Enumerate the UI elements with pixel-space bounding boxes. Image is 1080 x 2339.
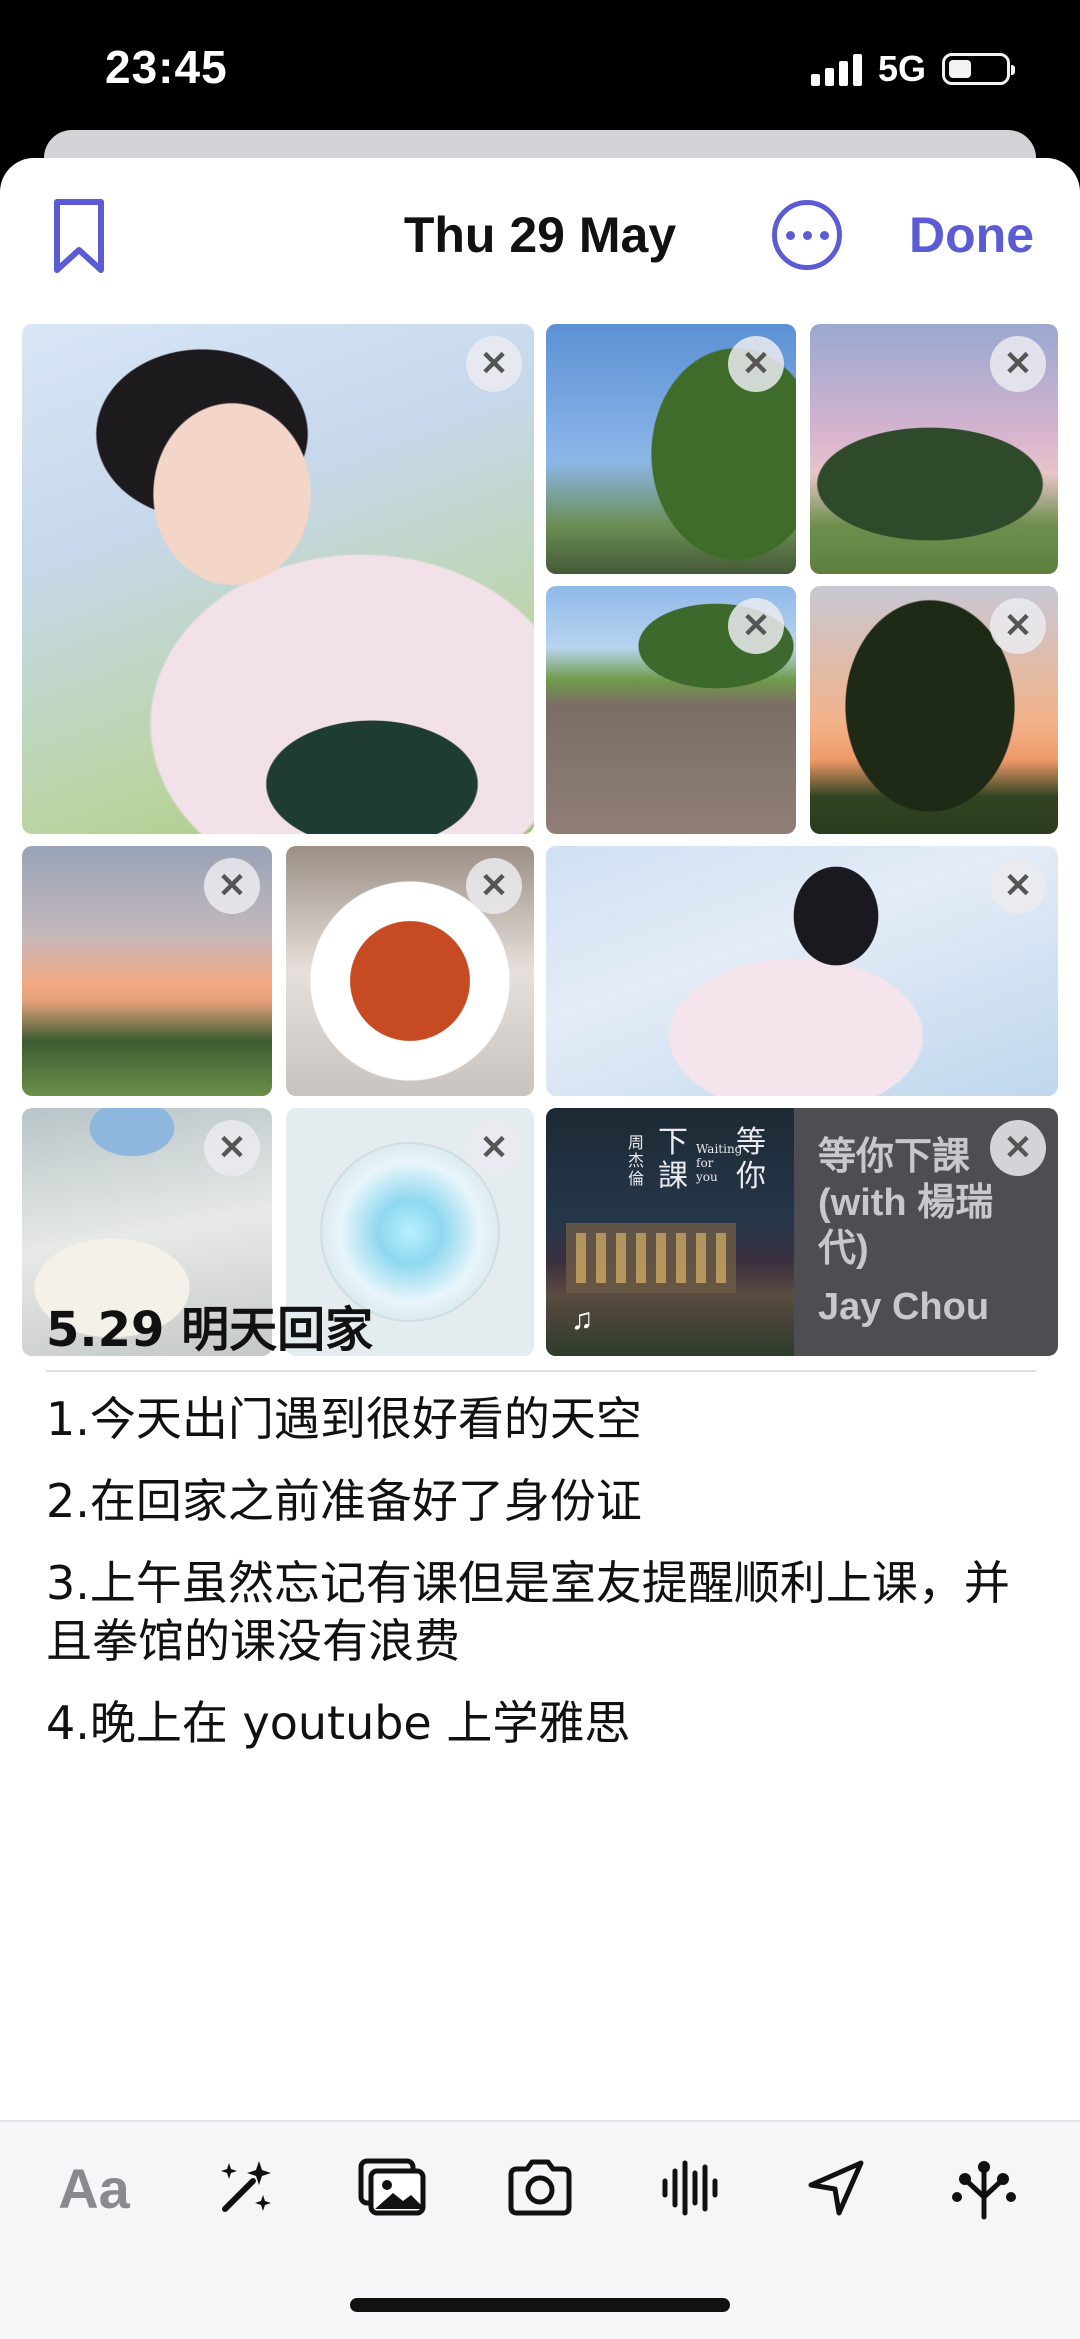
entry-body[interactable]: 1.今天出门遇到很好看的天空 2.在回家之前准备好了身份证 3.上午虽然忘记有课…: [46, 1390, 1036, 1776]
home-indicator[interactable]: [350, 2298, 730, 2312]
more-dot-icon: [785, 230, 795, 240]
sparkle-tree-icon: [952, 2161, 1016, 2220]
journal-entry-sheet: Thu 29 May Done ✕ ✕ ✕ ✕ ✕ ✕ ✕ ✕ ✕ ✕ 下課 等…: [0, 158, 1080, 2337]
status-indicators: 5G: [810, 48, 1015, 90]
remove-icon[interactable]: ✕: [466, 858, 522, 914]
song-artist: Jay Chou: [818, 1286, 990, 1328]
remove-icon[interactable]: ✕: [990, 336, 1046, 392]
music-attachment[interactable]: 下課 等你 周杰倫 Waiting for you ♫ 等你下課 (with 楊…: [546, 1108, 1058, 1356]
album-art: 下課 等你 周杰倫 Waiting for you ♫: [546, 1108, 794, 1356]
bottom-toolbar: Aa: [0, 2120, 1080, 2339]
magic-wand-icon: [221, 2161, 271, 2212]
location-button[interactable]: [796, 2148, 876, 2228]
photo-attachment[interactable]: ✕: [546, 586, 796, 834]
title-divider: [46, 1370, 1036, 1372]
network-type: 5G: [877, 48, 926, 89]
remove-icon[interactable]: ✕: [990, 858, 1046, 914]
music-note-icon: ♫: [570, 1303, 594, 1336]
album-artist: 周杰倫: [628, 1133, 645, 1188]
remove-icon[interactable]: ✕: [990, 1120, 1046, 1176]
location-arrow-icon: [808, 2160, 864, 2216]
album-title-part: 下課: [658, 1125, 688, 1194]
remove-icon[interactable]: ✕: [728, 598, 784, 654]
magic-wand-button[interactable]: [206, 2148, 286, 2228]
photo-attachment[interactable]: ✕: [810, 586, 1058, 834]
photo-attachment[interactable]: ✕: [286, 846, 534, 1096]
suggestions-button[interactable]: [944, 2148, 1024, 2228]
remove-icon[interactable]: ✕: [990, 598, 1046, 654]
text-style-icon: Aa: [58, 2156, 130, 2220]
voice-recording-button[interactable]: [648, 2148, 728, 2228]
camera-button[interactable]: [500, 2148, 580, 2228]
remove-icon[interactable]: ✕: [466, 336, 522, 392]
photo-attachment[interactable]: ✕: [546, 846, 1058, 1096]
entry-line: 1.今天出门遇到很好看的天空: [46, 1392, 642, 1446]
remove-icon[interactable]: ✕: [728, 336, 784, 392]
album-title-part: 等你: [736, 1125, 766, 1194]
done-button[interactable]: Done: [909, 206, 1034, 264]
signal-icon: [810, 52, 862, 86]
entry-title[interactable]: 5.29 明天回家: [46, 1290, 373, 1360]
status-time: 23:45: [105, 41, 228, 93]
remove-icon[interactable]: ✕: [204, 1120, 260, 1176]
entry-line: 2.在回家之前准备好了身份证: [46, 1474, 642, 1528]
camera-icon: [508, 2159, 572, 2216]
album-subtitle: Waiting for you: [696, 1142, 743, 1184]
photo-attachment[interactable]: ✕: [22, 846, 272, 1096]
photo-library-button[interactable]: [352, 2148, 432, 2228]
entry-line: 4.晚上在 youtube 上学雅思: [46, 1696, 631, 1750]
status-bar: 23:45 5G: [0, 0, 1080, 140]
remove-icon[interactable]: ✕: [204, 858, 260, 914]
photo-attachment[interactable]: ✕: [810, 324, 1058, 574]
waveform-icon: [662, 2160, 718, 2216]
battery-icon: [942, 53, 1015, 85]
photo-attachment[interactable]: ✕: [546, 324, 796, 574]
remove-icon[interactable]: ✕: [466, 1120, 522, 1176]
entry-line: 3.上午虽然忘记有课但是室友提醒顺利上课，并且拳馆的课没有浪费: [46, 1556, 1010, 1668]
photo-attachment[interactable]: ✕: [22, 324, 534, 834]
photo-library-icon: [358, 2158, 426, 2216]
more-options-button[interactable]: [772, 200, 842, 270]
text-style-button[interactable]: Aa: [54, 2148, 134, 2228]
